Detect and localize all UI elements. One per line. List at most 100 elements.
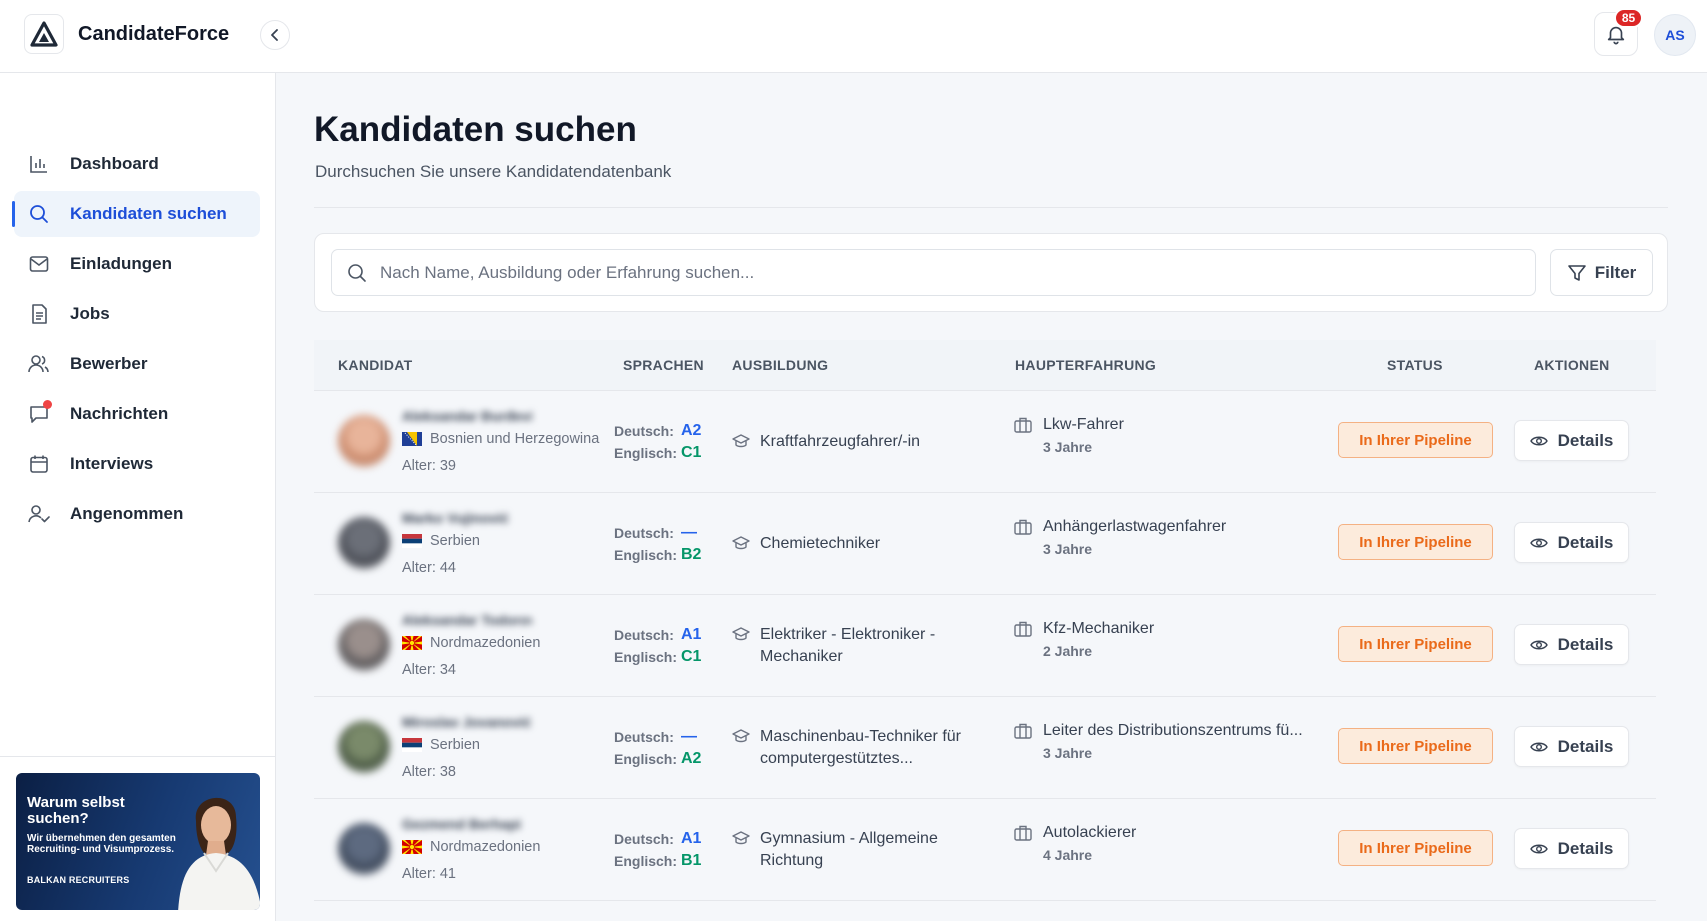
- details-label: Details: [1557, 838, 1614, 858]
- graduation-cap-icon: [732, 728, 750, 744]
- mail-icon: [28, 253, 50, 275]
- sidebar-item-label: Nachrichten: [70, 404, 169, 423]
- sidebar-item-angenommen[interactable]: Angenommen: [14, 491, 260, 537]
- eye-icon: [1529, 639, 1548, 651]
- details-button[interactable]: Details: [1514, 522, 1629, 563]
- top-header: CandidateForce 85 AS: [0, 0, 1707, 73]
- column-header-experience: HAUPTERFAHRUNG: [1015, 357, 1157, 373]
- eye-icon: [1529, 741, 1548, 753]
- candidate-country: Nordmazedonien: [402, 839, 540, 855]
- country-name: Nordmazedonien: [430, 635, 541, 651]
- sidebar-item-nachrichten[interactable]: Nachrichten: [14, 391, 260, 437]
- candidate-experience: Kfz-Mechaniker 2 Jahre: [1014, 620, 1154, 659]
- sidebar: Dashboard Kandidaten suchen Einladungen …: [0, 73, 276, 921]
- english-level: C1: [681, 648, 702, 665]
- sidebar-divider: [0, 756, 276, 757]
- eye-icon: [1529, 843, 1548, 855]
- candidate-education: Chemietechniker: [732, 533, 980, 555]
- table-header: KANDIDAT SPRACHEN AUSBILDUNG HAUPTERFAHR…: [314, 340, 1656, 391]
- sidebar-item-jobs[interactable]: Jobs: [14, 291, 260, 337]
- candidate-avatar: [338, 517, 390, 569]
- lang-label-german: Deutsch:: [614, 729, 674, 745]
- unread-dot: [43, 400, 52, 409]
- experience-years: 2 Jahre: [1043, 643, 1093, 659]
- sidebar-item-einladungen[interactable]: Einladungen: [14, 241, 260, 287]
- experience-title: Anhängerlastwagenfahrer: [1043, 518, 1227, 535]
- english-level: B2: [681, 546, 702, 563]
- search-box[interactable]: [331, 249, 1536, 296]
- german-level: A1: [681, 830, 702, 847]
- candidate-experience: Anhängerlastwagenfahrer 3 Jahre: [1014, 518, 1226, 557]
- briefcase-icon: [1014, 621, 1034, 637]
- candidate-experience: Leiter des Distributionszentrums fü... 3…: [1014, 722, 1303, 761]
- sidebar-item-dashboard[interactable]: Dashboard: [14, 141, 260, 187]
- education-text: Elektriker - Elektroniker - Mechaniker: [760, 626, 936, 665]
- promo-banner[interactable]: Warum selbst suchen? Wir übernehmen den …: [16, 773, 260, 910]
- sidebar-item-label: Kandidaten suchen: [70, 204, 227, 223]
- table-row[interactable]: Gezmend Berhapi Nordmazedonien Alter: 41…: [314, 799, 1656, 901]
- filter-label: Filter: [1594, 262, 1637, 282]
- candidate-age: Alter: 44: [402, 560, 456, 576]
- candidate-age: Alter: 39: [402, 458, 456, 474]
- candidate-languages: Deutsch: A1 Englisch: C1: [614, 624, 701, 668]
- status-badge: In Ihrer Pipeline: [1338, 626, 1493, 662]
- german-level: A1: [681, 626, 702, 643]
- education-text: Kraftfahrzeugfahrer/-in: [760, 433, 921, 450]
- lang-label-english: Englisch:: [614, 649, 678, 665]
- table-row[interactable]: Aleksandar Đurđević Bosnien und Herzegow…: [314, 391, 1656, 493]
- country-name: Serbien: [430, 533, 480, 549]
- promo-title: Warum selbst suchen?: [27, 794, 125, 827]
- country-name: Nordmazedonien: [430, 839, 541, 855]
- sidebar-item-interviews[interactable]: Interviews: [14, 441, 260, 487]
- bar-chart-icon: [28, 153, 50, 175]
- experience-years: 4 Jahre: [1043, 847, 1093, 863]
- candidate-country: Serbien: [402, 533, 480, 549]
- sidebar-collapse-button[interactable]: [260, 20, 290, 50]
- search-input[interactable]: [380, 262, 1510, 283]
- user-avatar[interactable]: AS: [1654, 14, 1696, 56]
- candidate-experience: Lkw-Fahrer 3 Jahre: [1014, 416, 1124, 455]
- details-button[interactable]: Details: [1514, 420, 1629, 461]
- table-row[interactable]: Miroslav Jovanović Serbien Alter: 38 Deu…: [314, 697, 1656, 799]
- brand[interactable]: CandidateForce: [24, 14, 229, 54]
- german-level: A2: [681, 422, 702, 439]
- briefcase-icon: [1014, 519, 1034, 535]
- experience-years: 3 Jahre: [1043, 439, 1093, 455]
- lang-label-german: Deutsch:: [614, 831, 674, 847]
- sidebar-item-kandidaten-suchen[interactable]: Kandidaten suchen: [12, 191, 260, 237]
- experience-years: 3 Jahre: [1043, 745, 1093, 761]
- filter-icon: [1567, 263, 1587, 283]
- promo-text: Wir übernehmen den gesamten Recruiting- …: [27, 833, 176, 855]
- experience-title: Kfz-Mechaniker: [1043, 620, 1155, 637]
- flag-serbia-icon: [402, 738, 422, 752]
- filter-button[interactable]: Filter: [1550, 249, 1653, 296]
- details-button[interactable]: Details: [1514, 828, 1629, 869]
- search-icon: [28, 203, 50, 225]
- candidate-languages: Deutsch: — Englisch: A2: [614, 726, 701, 770]
- status-badge: In Ihrer Pipeline: [1338, 524, 1493, 560]
- english-level: C1: [681, 444, 702, 461]
- promo-brand: BALKAN RECRUITERS: [27, 875, 130, 885]
- candidate-name: Gezmend Berhapi: [402, 816, 522, 832]
- status-badge: In Ihrer Pipeline: [1338, 422, 1493, 458]
- lang-label-german: Deutsch:: [614, 525, 674, 541]
- table-row[interactable]: Marko Vujinović Serbien Alter: 44 Deutsc…: [314, 493, 1656, 595]
- sidebar-item-bewerber[interactable]: Bewerber: [14, 341, 260, 387]
- details-button[interactable]: Details: [1514, 624, 1629, 665]
- status-badge: In Ihrer Pipeline: [1338, 830, 1493, 866]
- experience-title: Lkw-Fahrer: [1043, 416, 1124, 433]
- title-divider: [314, 207, 1668, 208]
- candidate-country: Nordmazedonien: [402, 635, 540, 651]
- sidebar-item-label: Jobs: [70, 304, 110, 323]
- candidate-name: Miroslav Jovanović: [402, 714, 532, 730]
- search-icon: [346, 262, 368, 284]
- table-row[interactable]: Aleksandar Todorov Nordmazedonien Alter:…: [314, 595, 1656, 697]
- flag-serbia-icon: [402, 534, 422, 548]
- graduation-cap-icon: [732, 433, 750, 449]
- flag-north-macedonia-icon: [402, 840, 422, 854]
- column-header-languages: SPRACHEN: [623, 357, 704, 373]
- column-header-education: AUSBILDUNG: [732, 357, 829, 373]
- candidate-age: Alter: 38: [402, 764, 456, 780]
- details-label: Details: [1557, 634, 1614, 654]
- details-button[interactable]: Details: [1514, 726, 1629, 767]
